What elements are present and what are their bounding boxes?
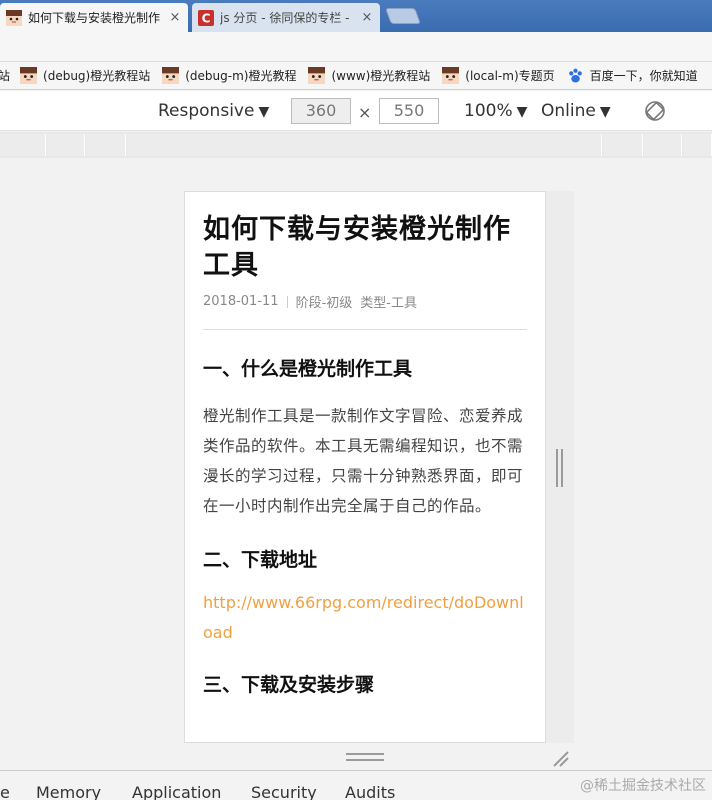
bookmark-item[interactable]: (local-m)专题页 — [442, 67, 555, 84]
ruler-segment[interactable] — [47, 134, 85, 156]
avatar-icon — [6, 9, 22, 26]
section-heading: 一、什么是橙光制作工具 — [203, 358, 413, 380]
device-select-label: Responsive — [158, 101, 255, 121]
ruler-segment[interactable] — [86, 134, 126, 156]
meta-divider — [286, 295, 288, 308]
avatar-icon — [308, 67, 326, 84]
divider — [203, 329, 527, 330]
section-heading: 二、下载地址 — [203, 549, 318, 571]
bookmarks-bar: 站 (debug)橙光教程站 (debug-m)橙光教程 (www)橙光教程站 … — [0, 62, 712, 90]
dimension-separator: × — [358, 103, 372, 122]
tab-close-icon[interactable]: × — [168, 10, 182, 25]
section-paragraph: 橙光制作工具是一款制作文字冒险、恋爱养成类作品的软件。本工具无需编程知识，也不需… — [203, 407, 524, 515]
ruler-segment[interactable] — [603, 134, 643, 156]
bookmark-item[interactable]: (debug-m)橙光教程 — [162, 67, 296, 84]
zoom-select[interactable]: 100% ▼ — [464, 101, 527, 121]
bookmark-item[interactable]: (debug)橙光教程站 — [20, 67, 150, 84]
article-title: 如何下载与安装橙光制作工具 — [203, 214, 511, 281]
media-query-ruler[interactable] — [0, 132, 712, 158]
article: 如何下载与安装橙光制作工具 2018-01-11 阶段-初级 类型-工具 一、什… — [185, 192, 545, 697]
article-tag[interactable]: 类型-工具 — [360, 292, 417, 311]
device-select[interactable]: Responsive ▼ — [158, 101, 269, 121]
avatar-icon — [20, 67, 38, 84]
devtools-tab-memory[interactable]: Memory — [36, 783, 101, 800]
avatar-icon — [442, 67, 460, 84]
chevron-down-icon: ▼ — [516, 104, 528, 120]
device-toolbar: Responsive ▼ 360 × 550 100% ▼ Online ▼ — [0, 91, 712, 131]
bookmark-label: (local-m)专题页 — [465, 69, 555, 83]
bookmark-label: 站 — [0, 67, 10, 84]
height-input[interactable]: 550 — [379, 98, 439, 124]
device-viewport[interactable]: 如何下载与安装橙光制作工具 2018-01-11 阶段-初级 类型-工具 一、什… — [184, 191, 546, 743]
browser-tab-active[interactable]: 如何下载与安装橙光制作 × — [0, 3, 188, 32]
article-meta: 2018-01-11 阶段-初级 类型-工具 — [203, 292, 527, 311]
corner-resize-icon[interactable] — [550, 748, 570, 768]
width-resize-handle[interactable] — [556, 449, 564, 487]
zoom-select-label: 100% — [464, 101, 513, 121]
bookmark-item[interactable]: (www)橙光教程站 — [308, 67, 430, 84]
avatar-icon — [162, 67, 180, 84]
bookmark-label: (debug-m)橙光教程 — [185, 69, 297, 83]
article-tag[interactable]: 阶段-初级 — [296, 292, 353, 311]
devtools-tab-audits[interactable]: Audits — [345, 783, 395, 800]
rotate-icon[interactable] — [643, 99, 667, 123]
new-tab-button[interactable] — [385, 8, 421, 24]
browser-tab[interactable]: C js 分页 - 徐同保的专栏 - × — [192, 3, 380, 32]
bookmark-item[interactable]: 站 — [0, 67, 10, 84]
section-heading: 三、下载及安装步骤 — [203, 674, 375, 696]
download-link[interactable]: http://www.66rpg.com/redirect/doDownload — [203, 588, 527, 648]
chevron-down-icon: ▼ — [599, 104, 611, 120]
devtools-tab[interactable]: e — [0, 783, 10, 800]
chevron-down-icon: ▼ — [258, 104, 270, 120]
bookmark-label: 百度一下，你就知道 — [589, 69, 698, 83]
ruler-segment[interactable] — [683, 134, 712, 156]
height-resize-handle[interactable] — [346, 753, 384, 763]
baidu-paw-icon — [568, 68, 582, 83]
csdn-icon: C — [198, 9, 214, 26]
tab-title: js 分页 - 徐同保的专栏 - — [220, 11, 350, 25]
address-bar-area — [0, 32, 712, 62]
network-select-label: Online — [541, 101, 596, 121]
svg-text:C: C — [202, 11, 211, 25]
devtools-tab-security[interactable]: Security — [251, 783, 317, 800]
tab-title: 如何下载与安装橙光制作 — [28, 11, 161, 25]
browser-tab-strip: 如何下载与安装橙光制作 × C js 分页 - 徐同保的专栏 - × — [0, 0, 712, 32]
tab-close-icon[interactable]: × — [360, 10, 374, 25]
ruler-segment[interactable] — [0, 134, 46, 156]
watermark: @稀土掘金技术社区 — [580, 778, 706, 794]
bookmark-label: (debug)橙光教程站 — [43, 69, 151, 83]
article-date: 2018-01-11 — [203, 294, 279, 309]
devtools-tab-application[interactable]: Application — [132, 783, 221, 800]
ruler-segment[interactable] — [127, 134, 602, 156]
network-throttle-select[interactable]: Online ▼ — [541, 101, 611, 121]
bookmark-item[interactable]: 百度一下，你就知道 — [567, 67, 698, 84]
ruler-segment[interactable] — [644, 134, 682, 156]
width-input[interactable]: 360 — [291, 98, 351, 124]
bookmark-label: (www)橙光教程站 — [331, 69, 431, 83]
